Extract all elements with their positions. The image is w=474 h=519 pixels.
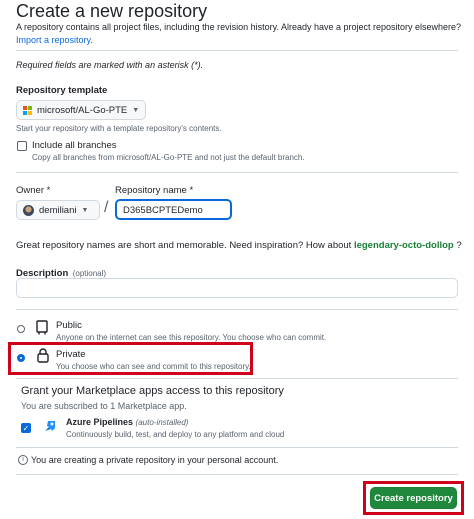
marketplace-subscribed: You are subscribed to 1 Marketplace app. [21, 401, 187, 411]
divider [16, 474, 458, 475]
create-repository-button[interactable]: Create repository [370, 487, 457, 509]
lock-icon [37, 348, 49, 368]
private-radio[interactable] [17, 354, 25, 362]
owner-label: Owner * [16, 185, 51, 196]
repository-name-input[interactable]: D365BCPTEDemo [115, 199, 232, 220]
public-radio[interactable] [17, 325, 25, 333]
owner-dropdown[interactable]: demiliani ▼ [16, 200, 100, 220]
owner-value: demiliani [39, 204, 77, 216]
template-selected: microsoft/AL-Go-PTE [37, 104, 128, 116]
private-notice: You are creating a private repository in… [31, 455, 279, 465]
windows-logo-icon [23, 105, 32, 115]
divider [16, 172, 458, 173]
info-icon: i [18, 455, 28, 465]
suggested-name-link[interactable]: legendary-octo-dollop [354, 240, 454, 251]
app-name: Azure Pipelines [66, 417, 134, 427]
description-input[interactable] [16, 278, 458, 298]
private-help: You choose who can see and commit to thi… [56, 362, 251, 371]
divider [16, 447, 458, 448]
template-label: Repository template [16, 85, 108, 96]
suggestion-text: Great repository names are short and mem… [16, 240, 352, 251]
public-label: Public [56, 320, 82, 331]
required-note: Required fields are marked with an aster… [16, 60, 204, 70]
avatar [23, 204, 34, 216]
page-title: Create a new repository [16, 1, 208, 21]
app-tag: (auto-installed) [135, 418, 189, 427]
suggestion-end: ? [456, 240, 462, 251]
azure-pipelines-name: Azure Pipelines (auto-installed) [66, 417, 188, 427]
book-icon [36, 320, 48, 340]
azure-pipelines-icon [43, 419, 57, 438]
divider [16, 50, 458, 51]
name-suggestion: Great repository names are short and mem… [16, 240, 462, 251]
chevron-down-icon: ▼ [132, 106, 140, 114]
include-branches-checkbox[interactable] [17, 141, 27, 151]
public-help: Anyone on the internet can see this repo… [56, 333, 327, 342]
description-optional: (optional) [72, 269, 107, 278]
owner-repo-separator: / [104, 199, 109, 216]
import-repository-link[interactable]: Import a repository. [16, 35, 93, 45]
azure-pipelines-desc: Continuously build, test, and deploy to … [66, 430, 285, 439]
private-label: Private [56, 349, 86, 360]
intro-text: A repository contains all project files,… [16, 22, 462, 32]
repo-name-label: Repository name * [115, 185, 194, 196]
azure-pipelines-checkbox[interactable]: ✓ [21, 423, 31, 433]
template-help: Start your repository with a template re… [16, 124, 222, 133]
marketplace-heading: Grant your Marketplace apps access to th… [21, 385, 284, 397]
divider [16, 378, 458, 379]
include-branches-help: Copy all branches from microsoft/AL-Go-P… [32, 153, 305, 162]
include-branches-label: Include all branches [32, 140, 117, 151]
chevron-down-icon: ▼ [81, 206, 89, 214]
divider [16, 309, 458, 310]
template-dropdown[interactable]: microsoft/AL-Go-PTE ▼ [16, 100, 146, 120]
